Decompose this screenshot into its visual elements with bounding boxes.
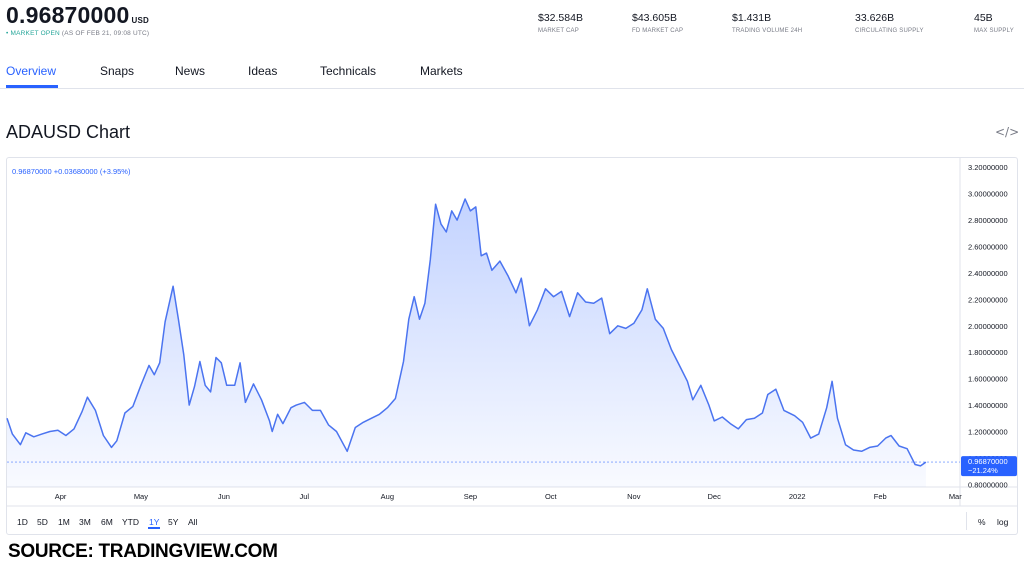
y-tick-label: 1.60000000 xyxy=(968,375,1008,384)
range-all[interactable]: All xyxy=(188,517,197,527)
y-tick-label: 3.00000000 xyxy=(968,190,1008,199)
range-1d[interactable]: 1D xyxy=(17,517,28,527)
percent-scale-toggle[interactable]: % xyxy=(978,517,986,527)
range-3m[interactable]: 3M xyxy=(79,517,91,527)
legend-value: 0.96870000 xyxy=(12,167,52,176)
x-tick-label: 2022 xyxy=(789,492,806,501)
x-tick-label: Sep xyxy=(464,492,477,501)
y-tick-label: 1.80000000 xyxy=(968,348,1008,357)
y-tick-label: 2.00000000 xyxy=(968,322,1008,331)
x-tick-label: Dec xyxy=(708,492,722,501)
price-area-fill xyxy=(7,199,926,487)
time-axis: Apr May Jun Jul Aug Sep Oct Nov Dec 2022 Feb Mar xyxy=(55,492,963,501)
active-range-indicator xyxy=(148,527,160,529)
log-scale-toggle[interactable]: log xyxy=(997,517,1008,527)
y-tick-label: 2.80000000 xyxy=(968,216,1008,225)
y-tick-label: 1.40000000 xyxy=(968,401,1008,410)
x-tick-label: Aug xyxy=(381,492,394,501)
x-tick-label: Apr xyxy=(55,492,67,501)
price-axis: 3.20000000 3.00000000 2.80000000 2.60000000… xyxy=(968,163,1008,489)
chart-legend: 0.96870000 +0.03680000 (+3.95%) xyxy=(12,167,130,176)
range-ytd[interactable]: YTD xyxy=(122,517,139,527)
price-chart[interactable]: 3.20000000 3.00000000 2.80000000 2.60000000… xyxy=(0,0,1024,566)
range-1y[interactable]: 1Y xyxy=(149,517,159,527)
range-6m[interactable]: 6M xyxy=(101,517,113,527)
y-tick-label: 1.20000000 xyxy=(968,428,1008,437)
legend-change-pct: (+3.95%) xyxy=(99,167,131,176)
x-tick-label: May xyxy=(134,492,148,501)
y-tick-label: 2.40000000 xyxy=(968,269,1008,278)
options-divider xyxy=(966,512,967,530)
legend-change: +0.03680000 xyxy=(53,167,98,176)
last-price-change: −21.24% xyxy=(968,466,998,475)
last-price-label: 0.96870000−21.24% xyxy=(961,456,1017,477)
y-tick-label: 0.80000000 xyxy=(968,480,1008,489)
range-1m[interactable]: 1M xyxy=(58,517,70,527)
x-tick-label: Jul xyxy=(300,492,310,501)
x-tick-label: Nov xyxy=(627,492,641,501)
x-tick-label: Jun xyxy=(218,492,230,501)
x-tick-label: Mar xyxy=(949,492,962,501)
y-tick-label: 3.20000000 xyxy=(968,163,1008,172)
x-tick-label: Oct xyxy=(545,492,558,501)
last-price-value: 0.96870000 xyxy=(968,457,1008,466)
source-caption: SOURCE: TRADINGVIEW.COM xyxy=(8,541,278,562)
x-tick-label: Feb xyxy=(874,492,887,501)
price-area xyxy=(7,199,926,487)
range-5y[interactable]: 5Y xyxy=(168,517,178,527)
y-tick-label: 2.60000000 xyxy=(968,243,1008,252)
range-5d[interactable]: 5D xyxy=(37,517,48,527)
y-tick-label: 2.20000000 xyxy=(968,295,1008,304)
